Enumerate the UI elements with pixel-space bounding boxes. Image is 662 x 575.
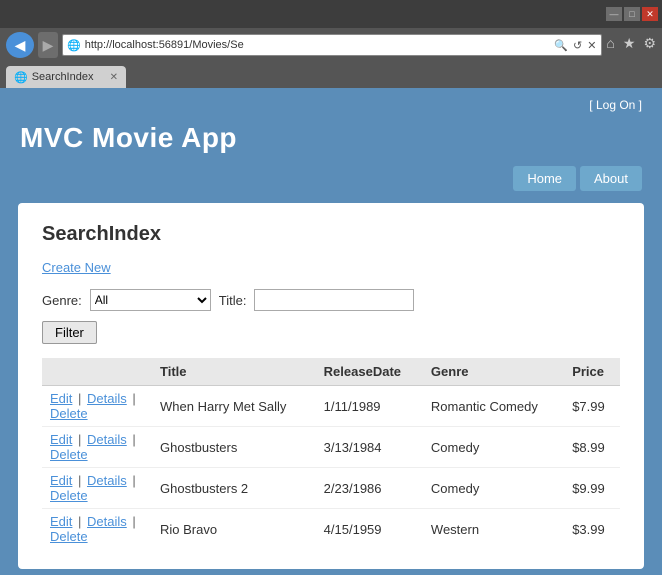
row-actions: Edit | Details | Delete <box>42 468 152 509</box>
favorites-toolbar-button[interactable]: ★ <box>623 35 636 52</box>
col-actions <box>42 358 152 386</box>
action-separator: | <box>129 391 136 406</box>
row-price: $7.99 <box>564 386 620 427</box>
edit-link[interactable]: Edit <box>50 473 72 488</box>
row-release-date: 3/13/1984 <box>316 427 423 468</box>
log-on-bar: [ Log On ] <box>20 96 642 116</box>
col-release-date: ReleaseDate <box>316 358 423 386</box>
row-genre: Comedy <box>423 468 564 509</box>
stop-button[interactable]: ✕ <box>586 39 597 52</box>
delete-link[interactable]: Delete <box>50 529 88 544</box>
filter-button[interactable]: Filter <box>42 321 97 344</box>
edit-link[interactable]: Edit <box>50 514 72 529</box>
forward-button[interactable]: ▶ <box>38 32 58 58</box>
row-title: Ghostbusters 2 <box>152 468 316 509</box>
details-link[interactable]: Details <box>87 432 127 447</box>
action-separator: | <box>129 432 136 447</box>
row-title: Rio Bravo <box>152 509 316 550</box>
row-price: $8.99 <box>564 427 620 468</box>
action-separator: | <box>129 514 136 529</box>
row-actions: Edit | Details | Delete <box>42 509 152 550</box>
settings-toolbar-button[interactable]: ⚙ <box>643 35 656 52</box>
row-genre: Western <box>423 509 564 550</box>
content-area: SearchIndex Create New Genre: All Comedy… <box>18 203 644 569</box>
title-input[interactable] <box>254 289 414 311</box>
tab-close-icon[interactable]: ✕ <box>110 72 118 83</box>
about-nav-button[interactable]: About <box>580 166 642 191</box>
delete-link[interactable]: Delete <box>50 447 88 462</box>
action-separator: | <box>74 473 85 488</box>
back-button[interactable]: ◀ <box>6 32 34 58</box>
home-toolbar-button[interactable]: ⌂ <box>606 35 614 51</box>
toolbar-right: ⌂ ★ ⚙ <box>606 35 656 56</box>
minimize-button[interactable]: — <box>606 7 622 21</box>
row-price: $9.99 <box>564 468 620 509</box>
row-release-date: 4/15/1959 <box>316 509 423 550</box>
row-release-date: 2/23/1986 <box>316 468 423 509</box>
search-button[interactable]: 🔍 <box>553 39 569 52</box>
table-row: Edit | Details | DeleteGhostbusters3/13/… <box>42 427 620 468</box>
address-bar[interactable]: 🌐 http://localhost:56891/Movies/Se 🔍 ↺ ✕ <box>62 34 602 56</box>
address-favicon: 🌐 <box>67 39 81 52</box>
title-bar: — □ ✕ <box>0 0 662 28</box>
delete-link[interactable]: Delete <box>50 488 88 503</box>
tab-bar: 🌐 SearchIndex ✕ <box>0 62 662 88</box>
col-title: Title <box>152 358 316 386</box>
row-genre: Comedy <box>423 427 564 468</box>
filter-row: Genre: All Comedy Romantic Comedy Wester… <box>42 289 620 311</box>
action-separator: | <box>74 432 85 447</box>
nav-buttons: Home About <box>20 166 642 203</box>
action-separator: | <box>129 473 136 488</box>
action-separator: | <box>74 514 85 529</box>
movies-table: Title ReleaseDate Genre Price Edit | Det… <box>42 358 620 549</box>
refresh-button[interactable]: ↺ <box>572 39 583 52</box>
action-separator: | <box>74 391 85 406</box>
edit-link[interactable]: Edit <box>50 391 72 406</box>
table-row: Edit | Details | DeleteWhen Harry Met Sa… <box>42 386 620 427</box>
row-actions: Edit | Details | Delete <box>42 427 152 468</box>
row-genre: Romantic Comedy <box>423 386 564 427</box>
details-link[interactable]: Details <box>87 391 127 406</box>
address-actions: 🔍 ↺ ✕ <box>553 39 597 52</box>
genre-select[interactable]: All Comedy Romantic Comedy Western <box>90 289 211 311</box>
create-new-link[interactable]: Create New <box>42 260 111 275</box>
row-actions: Edit | Details | Delete <box>42 386 152 427</box>
app-title: MVC Movie App <box>20 116 642 166</box>
edit-link[interactable]: Edit <box>50 432 72 447</box>
browser-chrome: — □ ✕ ◀ ▶ 🌐 http://localhost:56891/Movie… <box>0 0 662 88</box>
maximize-button[interactable]: □ <box>624 7 640 21</box>
row-title: Ghostbusters <box>152 427 316 468</box>
table-row: Edit | Details | DeleteGhostbusters 22/2… <box>42 468 620 509</box>
details-link[interactable]: Details <box>87 514 127 529</box>
nav-bar: ◀ ▶ 🌐 http://localhost:56891/Movies/Se 🔍… <box>0 28 662 62</box>
row-price: $3.99 <box>564 509 620 550</box>
page-header: [ Log On ] MVC Movie App Home About <box>0 88 662 203</box>
col-genre: Genre <box>423 358 564 386</box>
table-row: Edit | Details | DeleteRio Bravo4/15/195… <box>42 509 620 550</box>
tab-label: SearchIndex <box>32 71 106 83</box>
delete-link[interactable]: Delete <box>50 406 88 421</box>
col-price: Price <box>564 358 620 386</box>
genre-label: Genre: <box>42 293 82 308</box>
active-tab[interactable]: 🌐 SearchIndex ✕ <box>6 66 126 88</box>
details-link[interactable]: Details <box>87 473 127 488</box>
title-label: Title: <box>219 293 247 308</box>
table-header-row: Title ReleaseDate Genre Price <box>42 358 620 386</box>
address-text: http://localhost:56891/Movies/Se <box>85 39 550 51</box>
row-title: When Harry Met Sally <box>152 386 316 427</box>
log-on-link[interactable]: [ Log On ] <box>589 98 642 112</box>
home-nav-button[interactable]: Home <box>513 166 576 191</box>
page-wrapper: [ Log On ] MVC Movie App Home About Sear… <box>0 88 662 575</box>
page-heading: SearchIndex <box>42 223 620 246</box>
close-button[interactable]: ✕ <box>642 7 658 21</box>
tab-favicon: 🌐 <box>14 71 28 84</box>
row-release-date: 1/11/1989 <box>316 386 423 427</box>
